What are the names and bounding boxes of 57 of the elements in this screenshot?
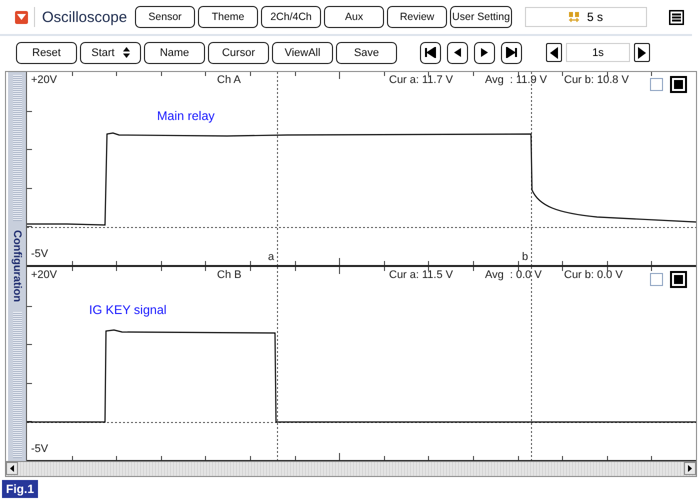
step-forward-button[interactable] bbox=[474, 42, 495, 64]
ab-icon bbox=[569, 12, 580, 22]
cursor-a-reading: Cur a: 11.5 V bbox=[389, 269, 453, 282]
cursor-marker: a bbox=[268, 251, 274, 264]
toolbar-button[interactable]: Review bbox=[387, 6, 448, 28]
axis-min-label: -5V bbox=[31, 248, 48, 261]
checkbox[interactable] bbox=[650, 78, 663, 91]
app-title: Oscilloscope bbox=[42, 8, 128, 26]
time-value: 5 s bbox=[587, 10, 604, 24]
step-back-icon bbox=[452, 47, 463, 58]
cursor-b-reading: Cur b: 10.8 V bbox=[564, 74, 629, 87]
cursor-marker: b bbox=[522, 251, 528, 264]
spinner-icon bbox=[122, 47, 130, 58]
configuration-tab[interactable]: Configuration bbox=[8, 72, 27, 462]
channel-name: Ch B bbox=[217, 269, 242, 282]
control-button[interactable]: Name bbox=[144, 42, 205, 64]
axis-max-label: +20V bbox=[31, 269, 57, 282]
signal-label: IG KEY signal bbox=[89, 303, 167, 317]
scroll-left-button[interactable] bbox=[6, 462, 18, 476]
cursor-b-reading: Cur b: 0.0 V bbox=[564, 269, 623, 282]
control-button[interactable]: Save bbox=[336, 42, 397, 64]
average-reading: Avg : 0.0 V bbox=[485, 269, 542, 282]
signal-label: Main relay bbox=[157, 109, 215, 123]
axis-max-label: +20V bbox=[31, 74, 57, 87]
toolbar-button[interactable]: Sensor bbox=[135, 6, 196, 28]
figure-label: Fig.1 bbox=[2, 480, 38, 498]
average-reading: Avg : 11.9 V bbox=[485, 74, 547, 87]
toolbar-button[interactable]: Theme bbox=[198, 6, 258, 28]
cursor-a-reading: Cur a: 11.7 V bbox=[389, 74, 453, 87]
checkbox[interactable] bbox=[670, 271, 687, 288]
time-step-field[interactable]: 1s bbox=[566, 43, 630, 62]
skip-end-button[interactable] bbox=[501, 42, 522, 64]
toolbar-button[interactable]: 2Ch/4Ch bbox=[261, 6, 322, 28]
skip-start-icon bbox=[425, 47, 436, 58]
channel-name: Ch A bbox=[217, 74, 241, 87]
skip-end-icon bbox=[506, 47, 517, 58]
left-arrow-icon bbox=[10, 465, 14, 472]
axis-min-label: -5V bbox=[31, 443, 48, 456]
right-arrow-icon bbox=[688, 465, 692, 472]
decrease-button[interactable] bbox=[546, 43, 562, 62]
skip-start-button[interactable] bbox=[420, 42, 441, 64]
increase-button[interactable] bbox=[634, 43, 650, 62]
control-button[interactable]: Reset bbox=[16, 42, 77, 64]
scroll-right-button[interactable] bbox=[684, 462, 696, 476]
control-button[interactable]: ViewAll bbox=[272, 42, 333, 64]
menu-icon[interactable] bbox=[669, 10, 684, 24]
step-back-button[interactable] bbox=[447, 42, 468, 64]
step-forward-icon bbox=[479, 47, 490, 58]
right-arrow-icon bbox=[638, 46, 646, 58]
checkbox[interactable] bbox=[650, 273, 663, 286]
control-button[interactable]: Start bbox=[80, 42, 141, 64]
dropdown-icon[interactable] bbox=[15, 10, 28, 24]
left-arrow-icon bbox=[550, 46, 558, 58]
control-button[interactable]: Cursor bbox=[208, 42, 269, 64]
checkbox[interactable] bbox=[670, 76, 687, 93]
toolbar-button[interactable]: Aux bbox=[324, 6, 384, 28]
toolbar-button[interactable]: User Setting bbox=[450, 6, 512, 28]
